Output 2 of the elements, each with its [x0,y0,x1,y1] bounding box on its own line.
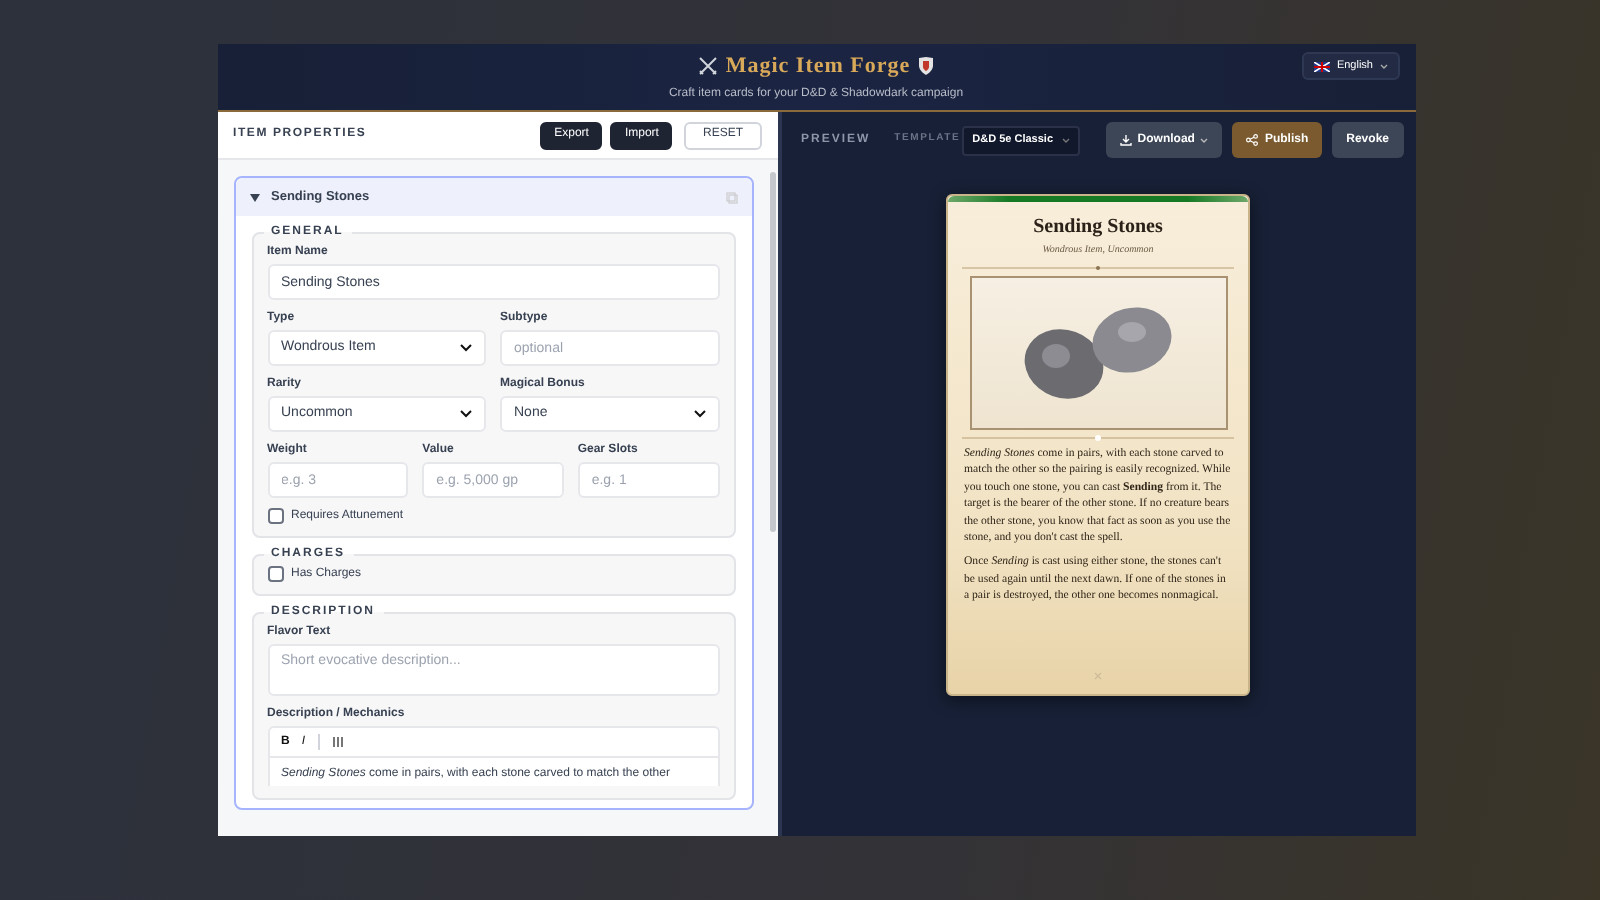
app-title: Magic Item Forge [725,51,911,82]
card-title: Sending Stones [1033,214,1163,242]
